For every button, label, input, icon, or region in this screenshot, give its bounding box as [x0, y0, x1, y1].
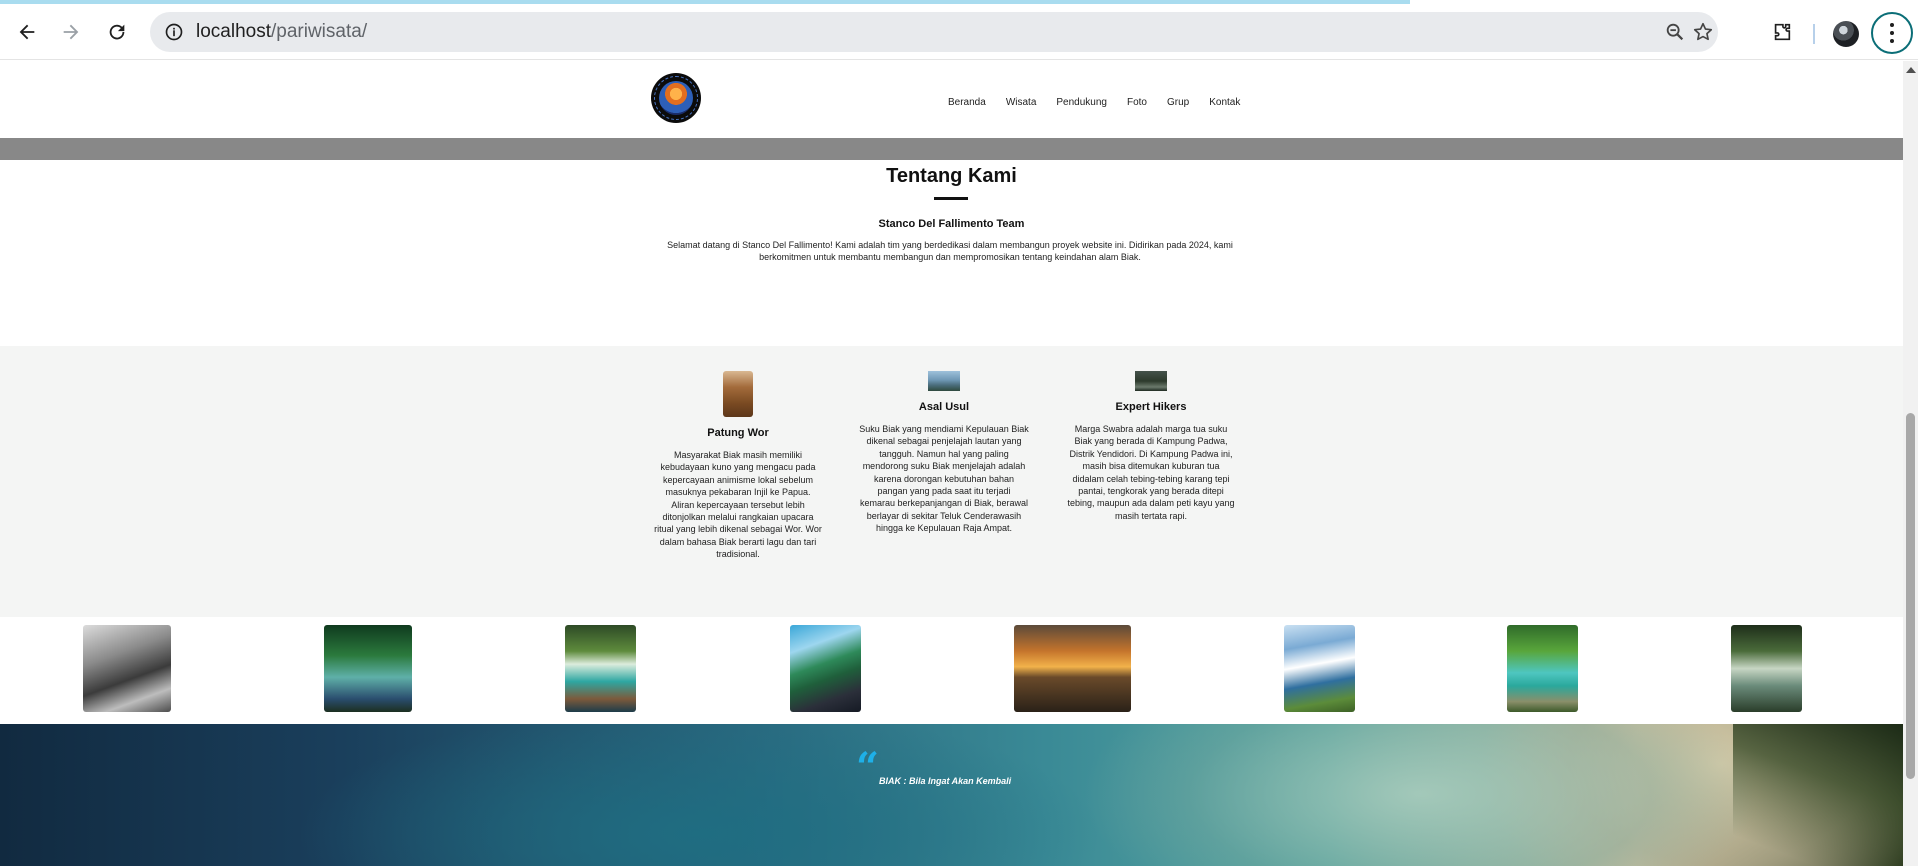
gallery-photo[interactable]: [1284, 625, 1355, 712]
about-team: Stanco Del Fallimento Team: [878, 218, 1025, 230]
feature-title: Expert Hikers: [1115, 401, 1187, 413]
feature-card: Asal Usul Suku Biak yang mendiami Kepula…: [859, 371, 1029, 535]
expert-hikers-image: [1135, 371, 1167, 391]
page-scrollbar[interactable]: [1903, 61, 1918, 866]
nav-wisata[interactable]: Wisata: [1006, 97, 1037, 108]
toolbar-divider: [1813, 24, 1815, 44]
puzzle-icon: [1774, 23, 1791, 41]
scroll-up-arrow-icon[interactable]: [1906, 67, 1916, 73]
back-button[interactable]: [11, 16, 43, 48]
star-icon[interactable]: [1692, 21, 1714, 43]
arrow-left-icon: [19, 24, 35, 40]
page-viewport: Beranda Wisata Pendukung Foto Grup Konta…: [0, 61, 1903, 866]
nav-beranda[interactable]: Beranda: [948, 97, 986, 108]
photo-gallery: [0, 617, 1903, 724]
feature-text: Suku Biak yang mendiami Kepulauan Biak d…: [859, 424, 1029, 534]
arrow-right-icon: [63, 24, 79, 40]
reload-icon: [109, 24, 125, 40]
nav-foto[interactable]: Foto: [1127, 97, 1147, 108]
forward-button[interactable]: [55, 16, 87, 48]
url-text[interactable]: localhost/pariwisata/: [196, 21, 367, 43]
address-bar[interactable]: localhost/pariwisata/: [150, 12, 1718, 52]
about-text: Selamat datang di Stanco Del Fallimento!…: [667, 240, 1233, 262]
url-path: /pariwisata/: [271, 21, 368, 42]
feature-title: Asal Usul: [918, 401, 970, 413]
zoom-icon[interactable]: [1664, 21, 1686, 43]
browser-toolbar: localhost/pariwisata/: [0, 4, 1918, 60]
nav-kontak[interactable]: Kontak: [1209, 97, 1240, 108]
palm-foliage: [1733, 724, 1903, 866]
nav-pendukung[interactable]: Pendukung: [1056, 97, 1107, 108]
gallery-photo[interactable]: [565, 625, 636, 712]
url-host: localhost: [196, 21, 271, 42]
browser-menu-button[interactable]: [1871, 12, 1913, 54]
gallery-photo[interactable]: [1507, 625, 1578, 712]
patung-wor-image: [723, 371, 753, 417]
header-divider-band: [0, 138, 1903, 160]
feature-card: Expert Hikers Marga Swabra adalah marga …: [1066, 371, 1236, 522]
gallery-photo[interactable]: [1014, 625, 1131, 712]
reload-button[interactable]: [101, 16, 133, 48]
gallery-photo[interactable]: [83, 625, 171, 712]
features-section: Patung Wor Masyarakat Biak masih memilik…: [0, 346, 1903, 617]
feature-text: Masyarakat Biak masih memiliki kebudayaa…: [654, 450, 822, 560]
feature-card: Patung Wor Masyarakat Biak masih memilik…: [653, 371, 823, 561]
quote-icon: “: [856, 744, 880, 791]
feature-text: Marga Swabra adalah marga tua suku Biak …: [1067, 424, 1235, 521]
profile-avatar[interactable]: [1833, 21, 1859, 47]
about-title: Tentang Kami: [886, 165, 1017, 187]
main-nav: Beranda Wisata Pendukung Foto Grup Konta…: [948, 97, 1260, 108]
info-icon[interactable]: [164, 22, 184, 42]
gallery-photo[interactable]: [1731, 625, 1802, 712]
asal-usul-image: [928, 371, 960, 391]
site-header: Beranda Wisata Pendukung Foto Grup Konta…: [0, 61, 1903, 138]
title-underline: [934, 197, 968, 200]
quote-banner: “ BIAK : Bila Ingat Akan Kembali: [0, 724, 1903, 866]
extensions-button[interactable]: [1768, 18, 1796, 46]
nav-grup[interactable]: Grup: [1167, 97, 1189, 108]
quote-text: BIAK : Bila Ingat Akan Kembali: [879, 776, 1012, 786]
scrollbar-thumb[interactable]: [1906, 413, 1915, 779]
gallery-photo[interactable]: [790, 625, 861, 712]
gallery-photo[interactable]: [324, 625, 412, 712]
site-logo[interactable]: [651, 73, 701, 123]
feature-title: Patung Wor: [707, 427, 769, 439]
more-vert-icon: [1890, 21, 1894, 45]
